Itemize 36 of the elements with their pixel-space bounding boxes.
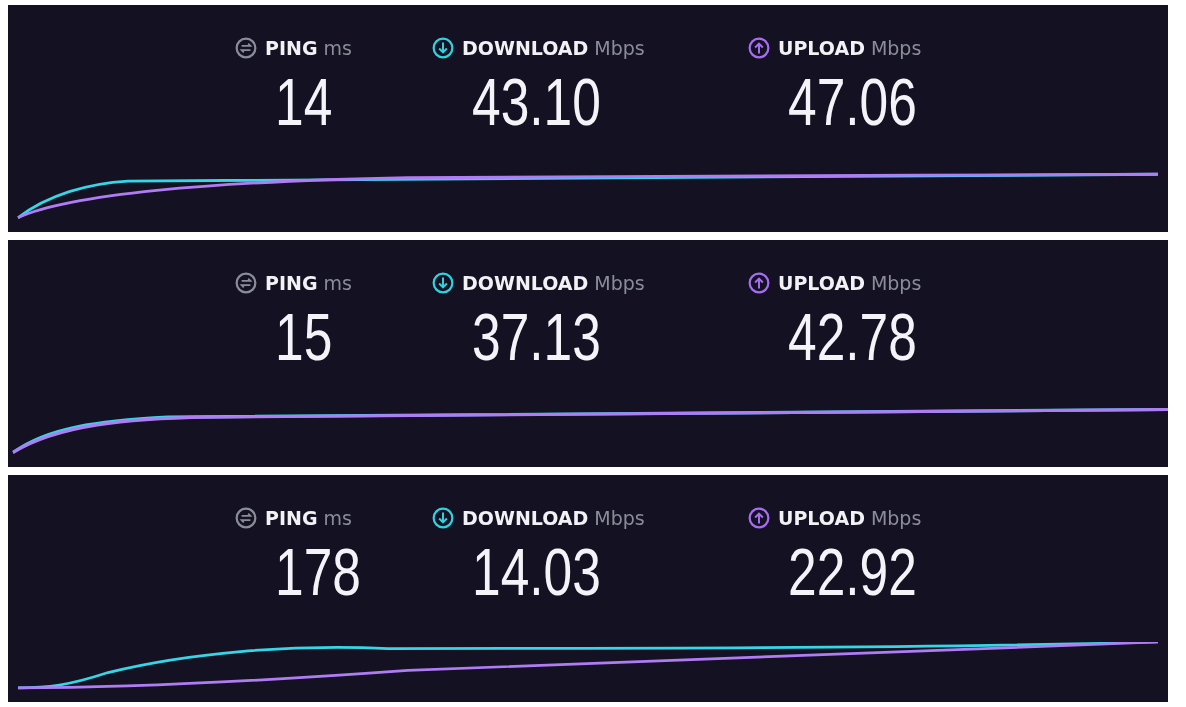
metric-value: 22.92 <box>788 539 918 605</box>
metric-unit: ms <box>323 272 352 294</box>
metric-value: 43.10 <box>472 69 602 135</box>
download-icon <box>432 272 454 294</box>
metric-unit: Mbps <box>870 272 922 294</box>
metric-label: PING <box>265 272 318 294</box>
metric-unit: ms <box>323 507 352 529</box>
metric-label: UPLOAD <box>778 37 865 59</box>
upload-icon <box>748 37 770 59</box>
metric-unit: Mbps <box>870 37 922 59</box>
metric-value: 14 <box>275 69 334 135</box>
metric-unit: Mbps <box>870 507 922 529</box>
metric-value: 37.13 <box>472 304 602 370</box>
metric-value: 178 <box>275 539 362 605</box>
upload-icon <box>748 272 770 294</box>
download-icon <box>432 507 454 529</box>
metric-value: 15 <box>275 304 334 370</box>
upload-icon <box>748 507 770 529</box>
metric-unit: Mbps <box>594 272 645 294</box>
metric-value: 47.06 <box>788 69 918 135</box>
ping-icon <box>235 272 257 294</box>
metric-unit: Mbps <box>594 507 645 529</box>
ping-icon <box>235 37 257 59</box>
metric-unit: ms <box>323 37 352 59</box>
metric-label: DOWNLOAD <box>462 507 589 529</box>
metric-label: UPLOAD <box>778 507 865 529</box>
metric-label: DOWNLOAD <box>462 37 589 59</box>
metric-label: DOWNLOAD <box>462 272 589 294</box>
metric-value: 42.78 <box>788 304 918 370</box>
download-icon <box>432 37 454 59</box>
ping-icon <box>235 507 257 529</box>
metric-label: PING <box>265 37 318 59</box>
metric-value: 14.03 <box>472 539 602 605</box>
metric-label: PING <box>265 507 318 529</box>
metric-unit: Mbps <box>594 37 645 59</box>
metric-label: UPLOAD <box>778 272 865 294</box>
